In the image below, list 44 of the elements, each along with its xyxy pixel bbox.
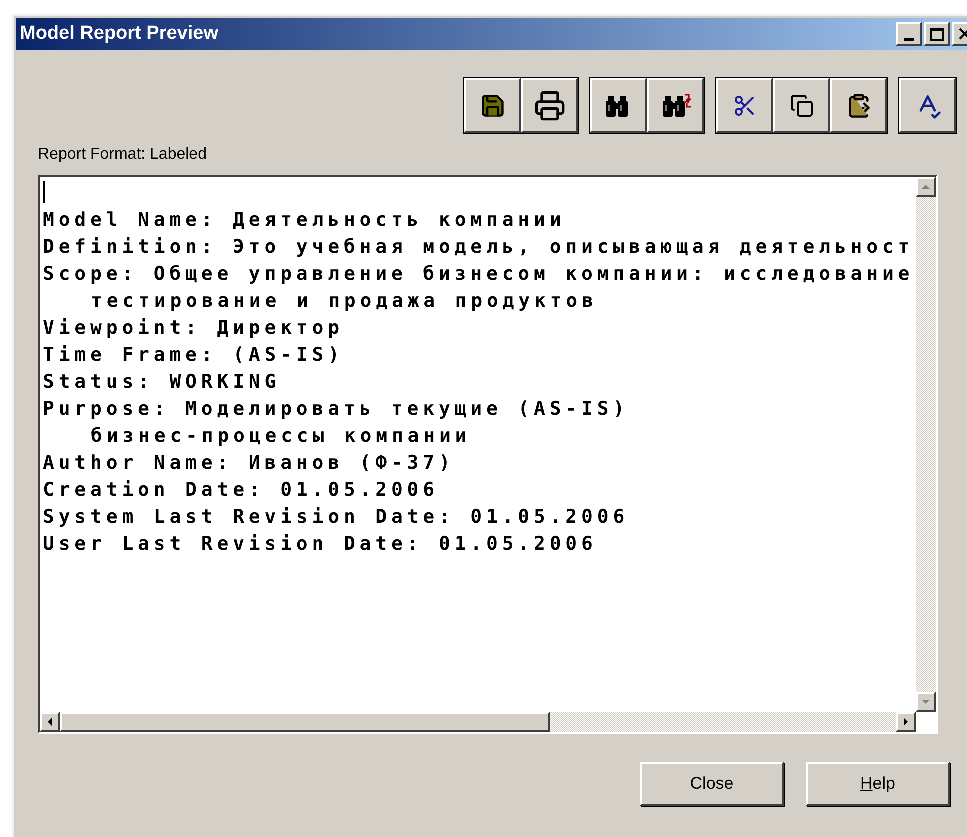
help-button[interactable]: Help [806, 762, 950, 806]
save-button[interactable] [464, 78, 521, 133]
report-line: Status: WORKING [43, 370, 281, 395]
close-button[interactable]: Close [640, 762, 784, 806]
report-line: Scope: Общее управление бизнесом компании: исследование [43, 262, 914, 287]
horizontal-scrollbar[interactable] [40, 712, 916, 732]
report-continuation-line: бизнес-процессы компании [90, 424, 472, 449]
report-line: User Last Revision Date: 01.05.2006 [43, 532, 598, 557]
text-cursor-icon [43, 181, 45, 203]
scroll-right-button[interactable] [896, 712, 916, 732]
scroll-down-button[interactable] [916, 692, 936, 712]
print-button[interactable] [521, 78, 578, 133]
scroll-left-button[interactable] [40, 712, 60, 732]
binoculars-arrows-icon [660, 92, 690, 118]
minimize-button[interactable] [896, 22, 922, 46]
scissors-icon [732, 94, 756, 118]
scroll-up-button[interactable] [916, 177, 936, 197]
report-line: Purpose: Моделировать текущие (AS-IS) [43, 397, 630, 422]
find-button[interactable] [590, 78, 647, 133]
up-arrow-icon [922, 185, 930, 189]
printer-icon [534, 90, 566, 122]
cut-button[interactable] [716, 78, 773, 133]
report-line: Definition: Это учебная модель, описывающая деятельност [43, 235, 914, 260]
report-line: Author Name: Иванов (Ф-37) [43, 451, 455, 476]
vertical-scrollbar[interactable] [916, 177, 936, 712]
report-line: System Last Revision Date: 01.05.2006 [43, 505, 630, 530]
right-arrow-icon [904, 718, 908, 726]
report-continuation-line: тестирование и продажа продуктов [90, 289, 598, 314]
copy-button[interactable] [773, 78, 830, 133]
window-title: Model Report Preview [19, 22, 218, 46]
scroll-thumb[interactable] [60, 712, 550, 732]
maximize-button[interactable] [924, 22, 950, 46]
find-replace-button[interactable] [647, 78, 704, 133]
report-line: Viewpoint: Директор [43, 316, 344, 341]
report-line: Time Frame: (AS-IS) [43, 343, 344, 368]
report-line: Creation Date: 01.05.2006 [43, 478, 439, 503]
report-format-label: Report Format: Labeled [38, 145, 207, 165]
down-arrow-icon [922, 700, 930, 704]
minimize-icon [904, 38, 914, 41]
left-arrow-icon [48, 718, 52, 726]
maximize-icon [930, 28, 944, 40]
paste-button[interactable] [830, 78, 887, 133]
report-line: Model Name: Деятельность компании [43, 208, 566, 233]
copy-icon [790, 94, 814, 118]
